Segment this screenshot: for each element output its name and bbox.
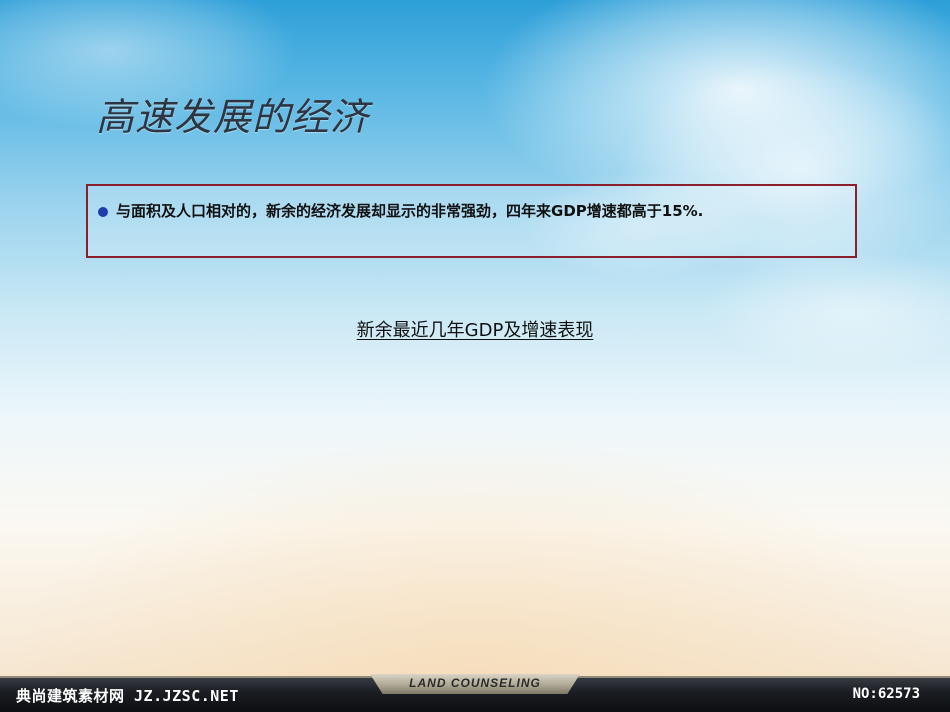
slide-title: 高速发展的经济 [96,95,370,139]
footer-logo: LAND COUNSELING [370,674,580,694]
bullet-dot-icon [98,207,108,217]
footer-bar: 典尚建筑素材网 JZ.JZSC.NET LAND COUNSELING NO:6… [0,674,950,712]
bullet-box: 与面积及人口相对的，新余的经济发展却显示的非常强劲，四年来GDP增速都高于15%… [86,184,857,258]
slide-canvas: 高速发展的经济 与面积及人口相对的，新余的经济发展却显示的非常强劲，四年来GDP… [0,0,950,676]
footer-logo-text: LAND COUNSELING [409,676,541,690]
bullet-text: 与面积及人口相对的，新余的经济发展却显示的非常强劲，四年来GDP增速都高于15%… [116,202,704,220]
footer-number: NO:62573 [852,686,920,702]
chart-subtitle-text: 新余最近几年GDP及增速表现 [356,320,594,341]
horizon-glow [0,430,950,676]
footer-watermark: 典尚建筑素材网 JZ.JZSC.NET [16,687,239,705]
chart-subtitle: 新余最近几年GDP及增速表现 [0,316,950,342]
